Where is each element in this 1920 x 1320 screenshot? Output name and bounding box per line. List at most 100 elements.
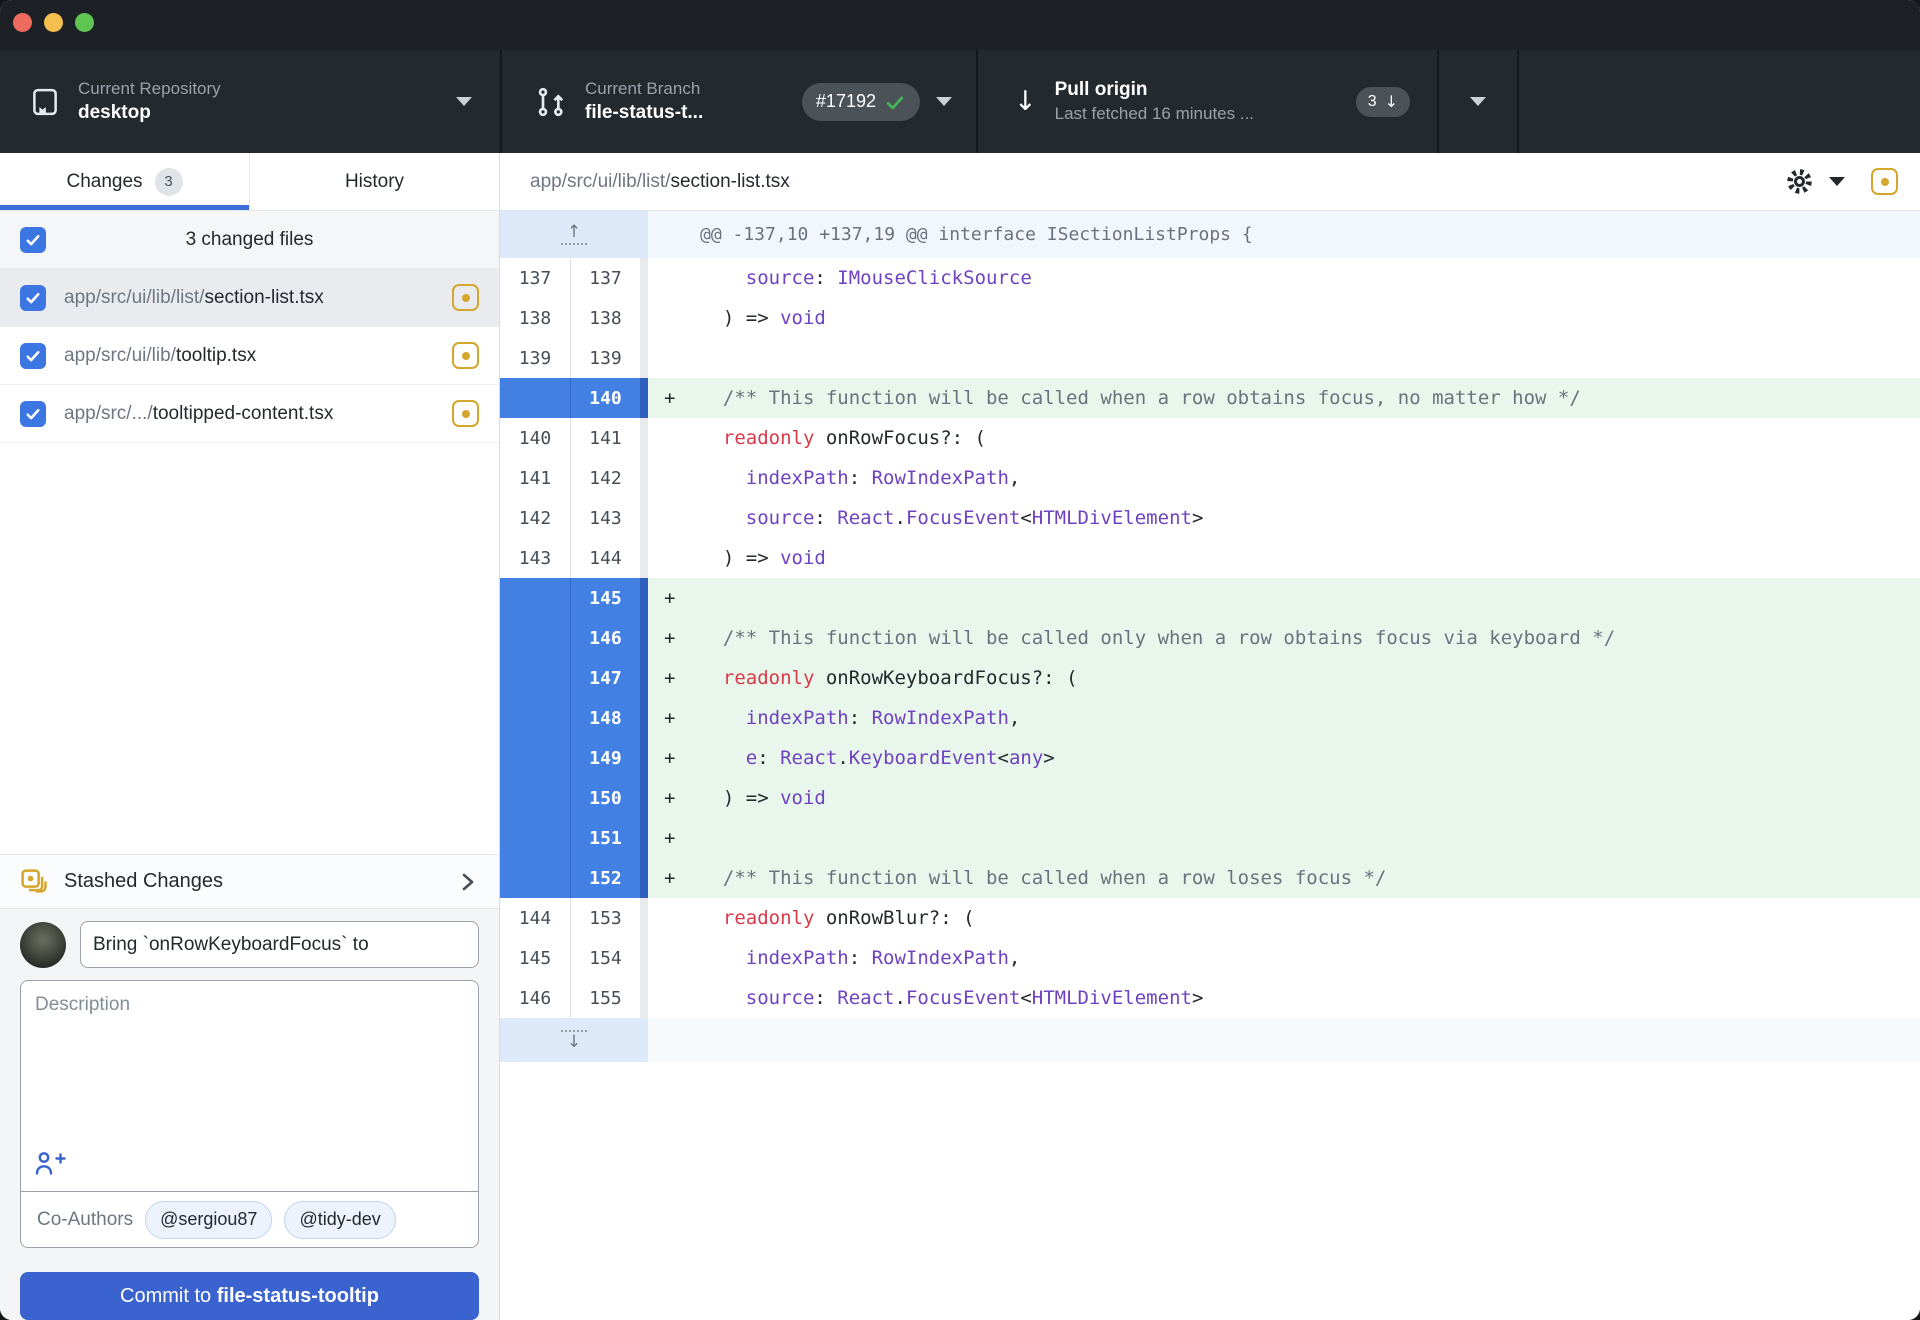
chevron-down-icon	[1470, 97, 1486, 106]
old-line-number[interactable]: 140	[500, 418, 570, 458]
branch-value: file-status-t...	[585, 102, 703, 124]
expand-up-button[interactable]: ↑	[500, 211, 648, 258]
commit-form: Co-Authors @sergiou87@tidy-dev Commit to…	[0, 909, 499, 1320]
file-checkbox[interactable]	[20, 343, 46, 369]
new-line-number[interactable]: 152	[570, 858, 640, 898]
new-line-number[interactable]: 155	[570, 978, 640, 1018]
close-button[interactable]	[13, 13, 32, 32]
old-line-number[interactable]: 141	[500, 458, 570, 498]
old-line-number[interactable]	[500, 738, 570, 778]
tab-changes[interactable]: Changes 3	[0, 153, 249, 210]
old-line-number[interactable]	[500, 658, 570, 698]
pull-title: Pull origin	[1055, 79, 1254, 101]
pull-options-dropdown[interactable]	[1437, 50, 1519, 153]
new-line-number[interactable]: 147	[570, 658, 640, 698]
file-row[interactable]: app/src/.../tooltipped-content.tsx	[0, 385, 499, 443]
stashed-changes-row[interactable]: Stashed Changes	[0, 854, 499, 909]
old-line-number[interactable]	[500, 378, 570, 418]
commit-description-box	[20, 980, 479, 1192]
diff-line-code: + /** This function will be called when …	[648, 858, 1920, 898]
all-files-row[interactable]: 3 changed files	[0, 211, 499, 269]
diff-line: 151+	[500, 818, 1920, 858]
sidebar: Changes 3 History 3 changed files app/sr…	[0, 153, 500, 1320]
new-line-number[interactable]: 141	[570, 418, 640, 458]
diff-line-code: + readonly onRowKeyboardFocus?: (	[648, 658, 1920, 698]
minimize-button[interactable]	[44, 13, 63, 32]
file-row[interactable]: app/src/ui/lib/list/section-list.tsx	[0, 269, 499, 327]
new-line-number[interactable]: 139	[570, 338, 640, 378]
tab-history[interactable]: History	[249, 153, 499, 210]
new-line-number[interactable]: 150	[570, 778, 640, 818]
new-line-number[interactable]: 154	[570, 938, 640, 978]
chevron-down-icon	[456, 97, 472, 106]
old-line-number[interactable]	[500, 818, 570, 858]
new-line-number[interactable]: 138	[570, 298, 640, 338]
old-line-number[interactable]: 144	[500, 898, 570, 938]
diff-line: 142143 source: React.FocusEvent<HTMLDivE…	[500, 498, 1920, 538]
add-co-author-icon[interactable]	[34, 1149, 66, 1177]
co-author-pill[interactable]: @tidy-dev	[284, 1201, 395, 1239]
diff-line: 139139	[500, 338, 1920, 378]
new-line-number[interactable]: 145	[570, 578, 640, 618]
co-authors-row: Co-Authors @sergiou87@tidy-dev	[20, 1192, 479, 1248]
zoom-button[interactable]	[75, 13, 94, 32]
new-line-number[interactable]: 143	[570, 498, 640, 538]
old-line-number[interactable]: 138	[500, 298, 570, 338]
modified-icon	[452, 284, 479, 311]
diff-line: 147+ readonly onRowKeyboardFocus?: (	[500, 658, 1920, 698]
pr-badge[interactable]: #17192	[802, 83, 920, 121]
new-line-number[interactable]: 140	[570, 378, 640, 418]
app-window: Current Repository desktop Current Branc…	[0, 0, 1920, 1320]
old-line-number[interactable]: 145	[500, 938, 570, 978]
file-checkbox[interactable]	[20, 285, 46, 311]
new-line-number[interactable]: 137	[570, 258, 640, 298]
file-checkbox[interactable]	[20, 401, 46, 427]
diff-line: 145154 indexPath: RowIndexPath,	[500, 938, 1920, 978]
old-line-number[interactable]	[500, 618, 570, 658]
file-row[interactable]: app/src/ui/lib/tooltip.tsx	[0, 327, 499, 385]
repository-label: Current Repository	[78, 79, 221, 99]
chevron-down-icon[interactable]	[1829, 177, 1845, 186]
git-branch-icon	[535, 86, 567, 118]
old-line-number[interactable]: 139	[500, 338, 570, 378]
file-path: app/src/.../tooltipped-content.tsx	[64, 403, 434, 425]
expand-down-button[interactable]: ↓	[500, 1018, 648, 1062]
old-line-number[interactable]	[500, 858, 570, 898]
old-line-number[interactable]: 143	[500, 538, 570, 578]
old-line-number[interactable]: 142	[500, 498, 570, 538]
commit-summary-input[interactable]	[80, 921, 479, 968]
all-files-label: 3 changed files	[186, 229, 314, 251]
diff-line-code: ) => void	[648, 298, 1920, 338]
diff-view: ↑ @@ -137,10 +137,19 @@ interface ISecti…	[500, 211, 1920, 1320]
old-line-number[interactable]	[500, 578, 570, 618]
co-author-pill[interactable]: @sergiou87	[145, 1201, 272, 1239]
diff-line-code	[648, 338, 1920, 378]
new-line-number[interactable]: 144	[570, 538, 640, 578]
new-line-number[interactable]: 142	[570, 458, 640, 498]
old-line-number[interactable]: 146	[500, 978, 570, 1018]
diff-file-path: app/src/ui/lib/list/section-list.tsx	[530, 171, 790, 193]
diff-line-code: indexPath: RowIndexPath,	[648, 938, 1920, 978]
current-repository-button[interactable]: Current Repository desktop	[0, 50, 500, 153]
diff-line-code: +	[648, 818, 1920, 858]
diff-line-code: source: React.FocusEvent<HTMLDivElement>	[648, 978, 1920, 1018]
new-line-number[interactable]: 148	[570, 698, 640, 738]
gear-icon[interactable]	[1784, 166, 1815, 197]
diff-line: 137137 source: IMouseClickSource	[500, 258, 1920, 298]
all-files-checkbox[interactable]	[20, 227, 46, 253]
old-line-number[interactable]: 137	[500, 258, 570, 298]
new-line-number[interactable]: 151	[570, 818, 640, 858]
toolbar: Current Repository desktop Current Branc…	[0, 50, 1920, 153]
old-line-number[interactable]	[500, 698, 570, 738]
old-line-number[interactable]	[500, 778, 570, 818]
repo-icon	[30, 87, 60, 117]
commit-button[interactable]: Commit to file-status-tooltip	[20, 1272, 479, 1320]
new-line-number[interactable]: 146	[570, 618, 640, 658]
diff-line: 140+ /** This function will be called wh…	[500, 378, 1920, 418]
pull-origin-button[interactable]: ↓ Pull origin Last fetched 16 minutes ..…	[976, 50, 1437, 153]
diff-line-code: indexPath: RowIndexPath,	[648, 458, 1920, 498]
new-line-number[interactable]: 153	[570, 898, 640, 938]
current-branch-button[interactable]: Current Branch file-status-t... #17192	[500, 50, 976, 153]
commit-description-input[interactable]	[21, 981, 478, 1131]
new-line-number[interactable]: 149	[570, 738, 640, 778]
